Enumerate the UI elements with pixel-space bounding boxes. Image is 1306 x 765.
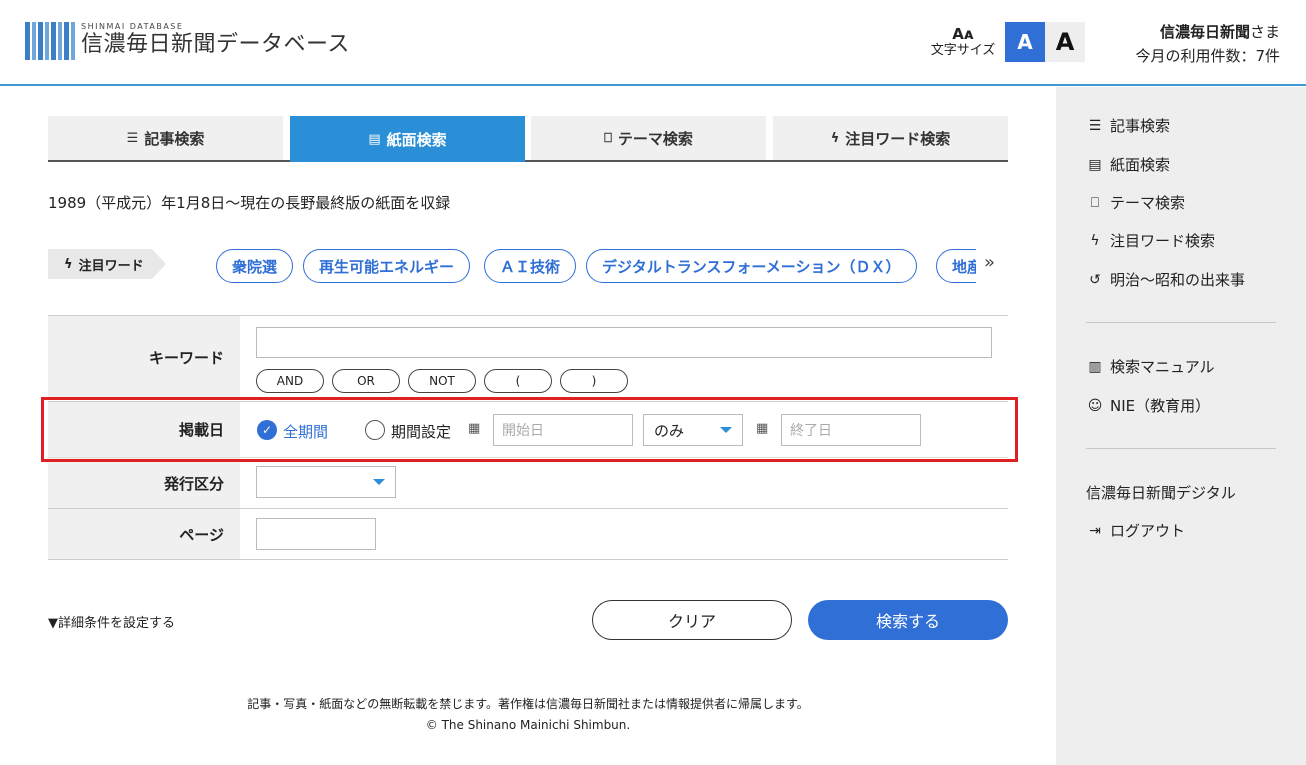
- tab-hot-word-search[interactable]: ϟ 注目ワード検索: [773, 116, 1008, 160]
- sidebar-item-shinmai-digital[interactable]: 信濃毎日新聞デジタル: [1086, 482, 1236, 503]
- keyword-label: キーワード: [48, 316, 240, 399]
- footer-copyright: © The Shinano Mainichi Shimbun.: [425, 718, 631, 732]
- clear-button[interactable]: クリア: [592, 600, 792, 640]
- hot-word-chips: 衆院選 再生可能エネルギー ＡＩ技術 デジタルトランスフォーメーション（ＤＸ） …: [216, 249, 976, 285]
- search-tabs: ☰ 記事検索 ▤ 紙面検索 ⎕ テーマ検索 ϟ 注目ワード検索: [48, 116, 1008, 162]
- logout-icon: ⇥: [1089, 522, 1101, 539]
- hot-word-chip[interactable]: ＡＩ技術: [484, 249, 577, 283]
- sidebar-item-history[interactable]: ↺ 明治〜昭和の出来事: [1086, 269, 1245, 290]
- operator-close-paren-button[interactable]: ): [560, 369, 628, 393]
- newspaper-icon: ▤: [1088, 156, 1102, 173]
- hot-word-label: ϟ 注目ワード: [48, 249, 183, 279]
- font-size-control: Aᴀ 文字サイズ: [928, 26, 998, 60]
- operator-and-button[interactable]: AND: [256, 369, 324, 393]
- chevron-down-icon: [373, 479, 385, 485]
- operator-not-button[interactable]: NOT: [408, 369, 476, 393]
- sidebar-item-logout[interactable]: ⇥ ログアウト: [1086, 520, 1185, 541]
- page-row: ページ: [48, 508, 1008, 560]
- operator-open-paren-button[interactable]: (: [484, 369, 552, 393]
- tab-page-search[interactable]: ▤ 紙面検索: [290, 116, 525, 162]
- hot-word-chip[interactable]: 衆院選: [216, 249, 294, 283]
- tab-theme-search[interactable]: ⎕ テーマ検索: [531, 116, 766, 160]
- coverage-description: 1989（平成元）年1月8日〜現在の長野最終版の紙面を収録: [48, 194, 451, 212]
- bolt-icon: ϟ: [830, 130, 840, 146]
- right-sidebar: ☰ 記事検索 ▤ 紙面検索 ⎕ テーマ検索 ϟ 注目ワード検索 ↺ 明治〜昭和の出来事 ▥…: [1056, 87, 1306, 765]
- sidebar-item-page-search[interactable]: ▤ 紙面検索: [1086, 154, 1170, 175]
- issue-type-row: 発行区分: [48, 457, 1008, 508]
- keyword-input[interactable]: [256, 327, 992, 358]
- operator-or-button[interactable]: OR: [332, 369, 400, 393]
- chips-scroll-right-icon[interactable]: »: [984, 252, 995, 273]
- tab-article-search[interactable]: ☰ 記事検索: [48, 116, 283, 160]
- logo-mark-icon: [25, 22, 75, 60]
- page-label: ページ: [48, 509, 240, 559]
- header: SHINMAI DATABASE 信濃毎日新聞データベース Aᴀ 文字サイズ A…: [0, 0, 1306, 86]
- sidebar-item-theme-search[interactable]: ⎕ テーマ検索: [1086, 192, 1185, 213]
- logo-title: 信濃毎日新聞データベース: [81, 32, 350, 57]
- bookmark-icon: ⎕: [1090, 194, 1100, 211]
- sidebar-item-hot-word-search[interactable]: ϟ 注目ワード検索: [1086, 230, 1215, 251]
- hot-word-chip[interactable]: デジタルトランスフォーメーション（ＤＸ）: [586, 249, 917, 283]
- list-icon: ☰: [126, 130, 139, 146]
- bolt-icon: ϟ: [64, 256, 73, 272]
- footer-notice: 記事・写真・紙面などの無断転載を禁じます。著作権は信濃毎日新聞社または情報提供者…: [247, 697, 809, 711]
- bookmark-icon: ⎕: [604, 130, 612, 146]
- date-row-highlight: [41, 397, 1018, 462]
- detail-conditions-toggle[interactable]: ▼詳細条件を設定する: [48, 612, 175, 631]
- page-input[interactable]: [256, 518, 376, 550]
- font-size-small-button[interactable]: A: [1005, 22, 1045, 62]
- font-size-icon: Aᴀ: [952, 25, 974, 43]
- sidebar-item-article-search[interactable]: ☰ 記事検索: [1086, 115, 1170, 136]
- search-button[interactable]: 検索する: [808, 600, 1008, 640]
- hot-word-chip[interactable]: 再生可能エネルギー: [303, 249, 471, 283]
- user-info: 信濃毎日新聞さま 今月の利用件数：7件: [1135, 20, 1280, 68]
- user-suffix: さま: [1249, 23, 1280, 41]
- issue-type-select[interactable]: [256, 466, 396, 498]
- keyword-row: キーワード AND OR NOT ( ): [48, 315, 1008, 399]
- history-icon: ↺: [1089, 271, 1101, 288]
- site-logo[interactable]: SHINMAI DATABASE 信濃毎日新聞データベース: [25, 22, 350, 60]
- hot-word-chip[interactable]: 地産地消: [936, 249, 976, 283]
- sidebar-divider: [1086, 322, 1276, 323]
- user-name: 信濃毎日新聞: [1159, 23, 1250, 41]
- student-icon: ☺: [1087, 397, 1103, 414]
- font-size-large-button[interactable]: A: [1045, 22, 1085, 62]
- book-icon: ▥: [1088, 358, 1102, 375]
- list-icon: ☰: [1088, 117, 1102, 134]
- logo-subtitle: SHINMAI DATABASE: [81, 22, 184, 31]
- bolt-icon: ϟ: [1090, 232, 1100, 249]
- sidebar-divider: [1086, 448, 1276, 449]
- usage-count: 今月の利用件数：7件: [1135, 47, 1280, 65]
- font-size-label: 文字サイズ: [930, 43, 996, 58]
- sidebar-item-manual[interactable]: ▥ 検索マニュアル: [1086, 356, 1214, 377]
- issue-type-label: 発行区分: [48, 458, 240, 508]
- sidebar-item-nie[interactable]: ☺ NIE（教育用）: [1086, 395, 1210, 416]
- newspaper-icon: ▤: [368, 131, 381, 147]
